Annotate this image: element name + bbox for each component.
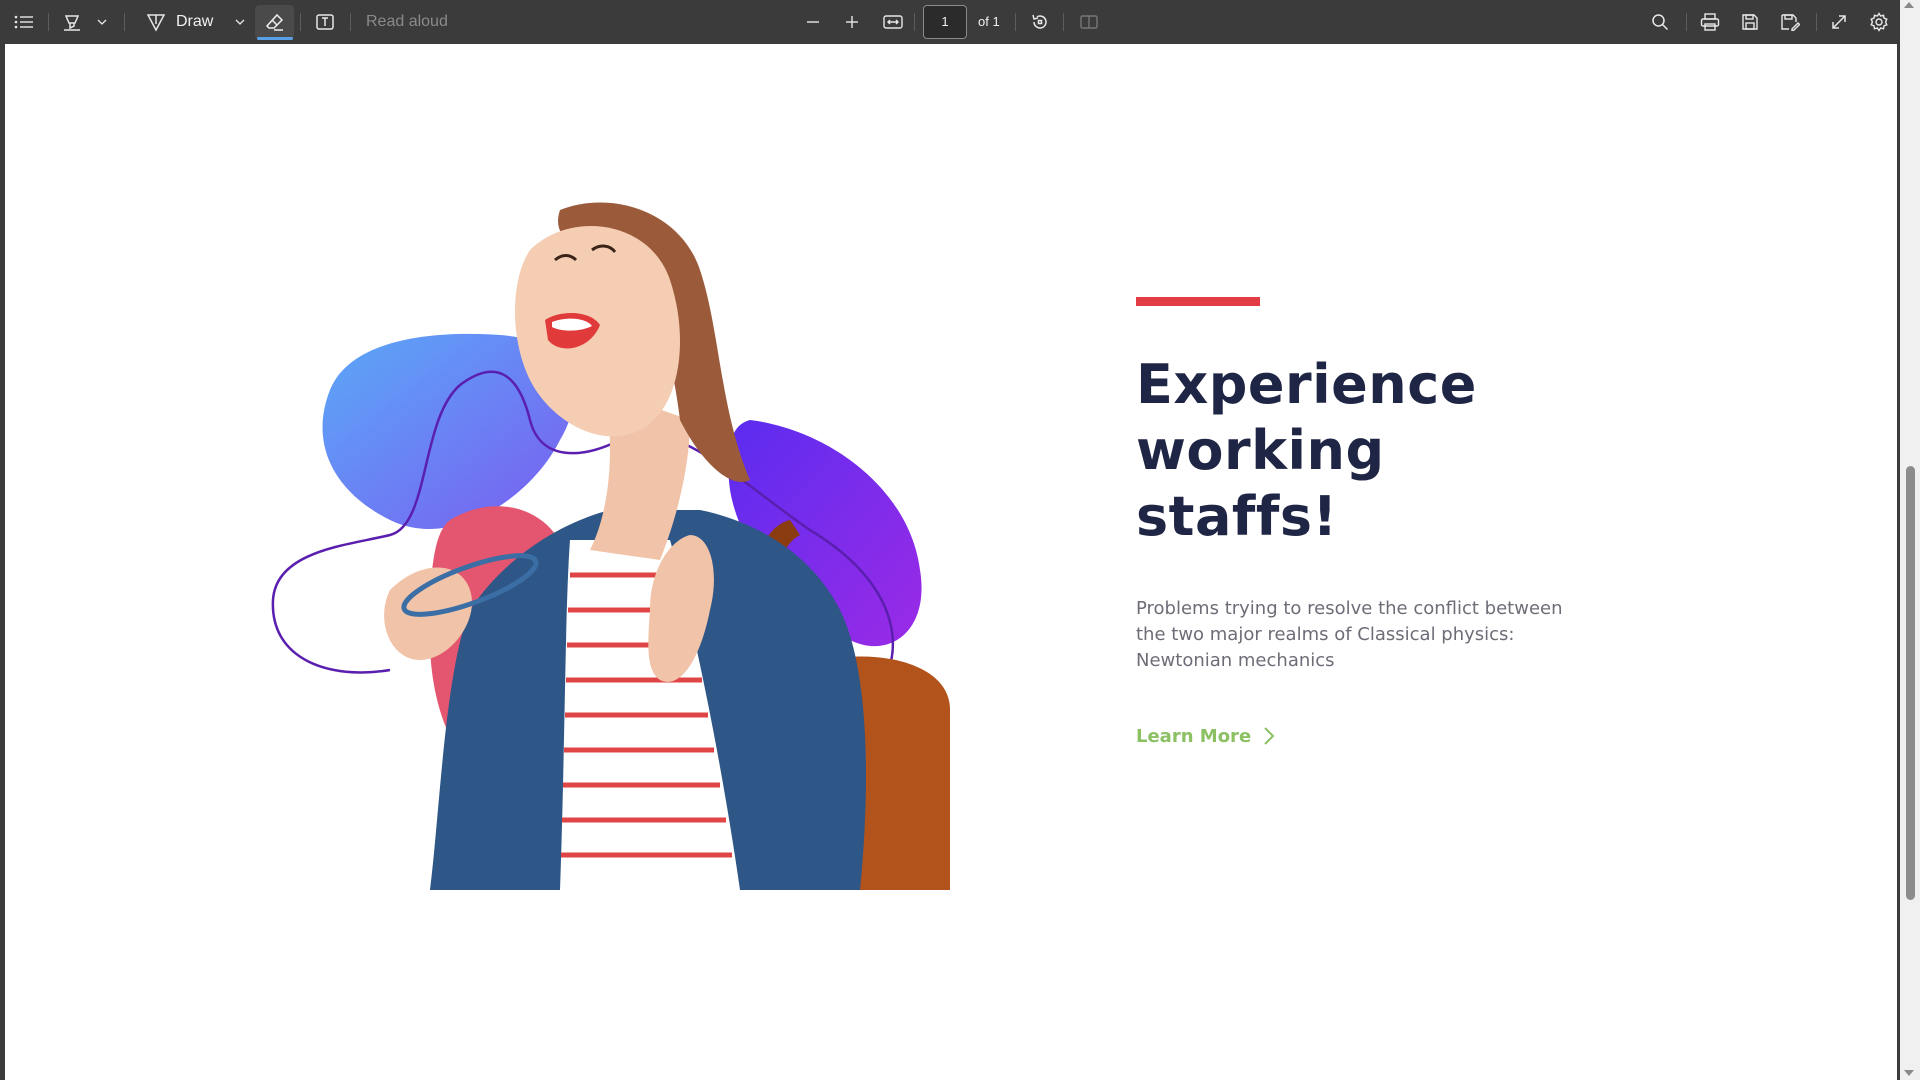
highlight-icon[interactable] xyxy=(60,0,84,44)
hero-description: Problems trying to resolve the conflict … xyxy=(1136,596,1616,674)
description-line: Problems trying to resolve the conflict … xyxy=(1136,598,1563,619)
table-of-contents-icon[interactable] xyxy=(12,0,36,44)
headline-line: staffs! xyxy=(1136,485,1338,548)
fit-to-width-icon[interactable] xyxy=(880,0,906,44)
scrollbar-thumb[interactable] xyxy=(1906,466,1915,900)
toolbar-divider xyxy=(1063,13,1064,31)
save-as-icon[interactable] xyxy=(1778,0,1802,44)
draw-button[interactable]: Draw xyxy=(176,0,220,44)
description-line: the two major realms of Classical physic… xyxy=(1136,624,1515,645)
search-icon[interactable] xyxy=(1648,0,1672,44)
draw-icon[interactable] xyxy=(144,0,168,44)
settings-icon[interactable] xyxy=(1867,0,1891,44)
toolbar-divider xyxy=(124,13,125,31)
zoom-out-icon[interactable] xyxy=(802,0,824,44)
toolbar-divider xyxy=(300,13,301,31)
print-icon[interactable] xyxy=(1698,0,1722,44)
page-count: of 1 xyxy=(978,14,1000,29)
pdf-toolbar: Draw Read aloud 1 of 1 xyxy=(0,0,1920,44)
toolbar-divider xyxy=(1816,13,1817,31)
toolbar-divider xyxy=(914,13,915,31)
read-aloud-label: Read aloud xyxy=(366,13,448,30)
hero-headline: Experience working staffs! xyxy=(1136,352,1616,550)
page-number-input[interactable]: 1 xyxy=(923,5,967,39)
eraser-active-indicator xyxy=(257,37,293,40)
chevron-right-icon xyxy=(1264,727,1275,745)
toolbar-divider xyxy=(1015,13,1016,31)
toolbar-divider xyxy=(48,13,49,31)
text-box-icon[interactable] xyxy=(313,0,337,44)
draw-options-chevron-down-icon[interactable] xyxy=(232,0,248,44)
accent-bar xyxy=(1136,297,1260,306)
scroll-up-arrow-icon[interactable] xyxy=(1904,2,1914,8)
learn-more-label: Learn More xyxy=(1136,725,1252,747)
draw-label: Draw xyxy=(176,13,214,30)
highlight-options-chevron-down-icon[interactable] xyxy=(94,0,110,44)
read-aloud-button[interactable]: Read aloud xyxy=(366,0,456,44)
fullscreen-icon[interactable] xyxy=(1827,0,1851,44)
headline-line: Experience xyxy=(1136,353,1477,416)
toolbar-divider xyxy=(350,13,351,31)
zoom-in-icon[interactable] xyxy=(841,0,863,44)
headline-line: working xyxy=(1136,419,1385,482)
rotate-icon[interactable] xyxy=(1028,0,1052,44)
scroll-down-arrow-icon[interactable] xyxy=(1904,1070,1914,1076)
description-line: Newtonian mechanics xyxy=(1136,650,1335,671)
learn-more-link[interactable]: Learn More xyxy=(1136,722,1275,750)
two-page-icon[interactable] xyxy=(1077,0,1101,44)
save-icon[interactable] xyxy=(1738,0,1762,44)
toolbar-divider xyxy=(1686,13,1687,31)
hero-illustration xyxy=(271,202,950,890)
